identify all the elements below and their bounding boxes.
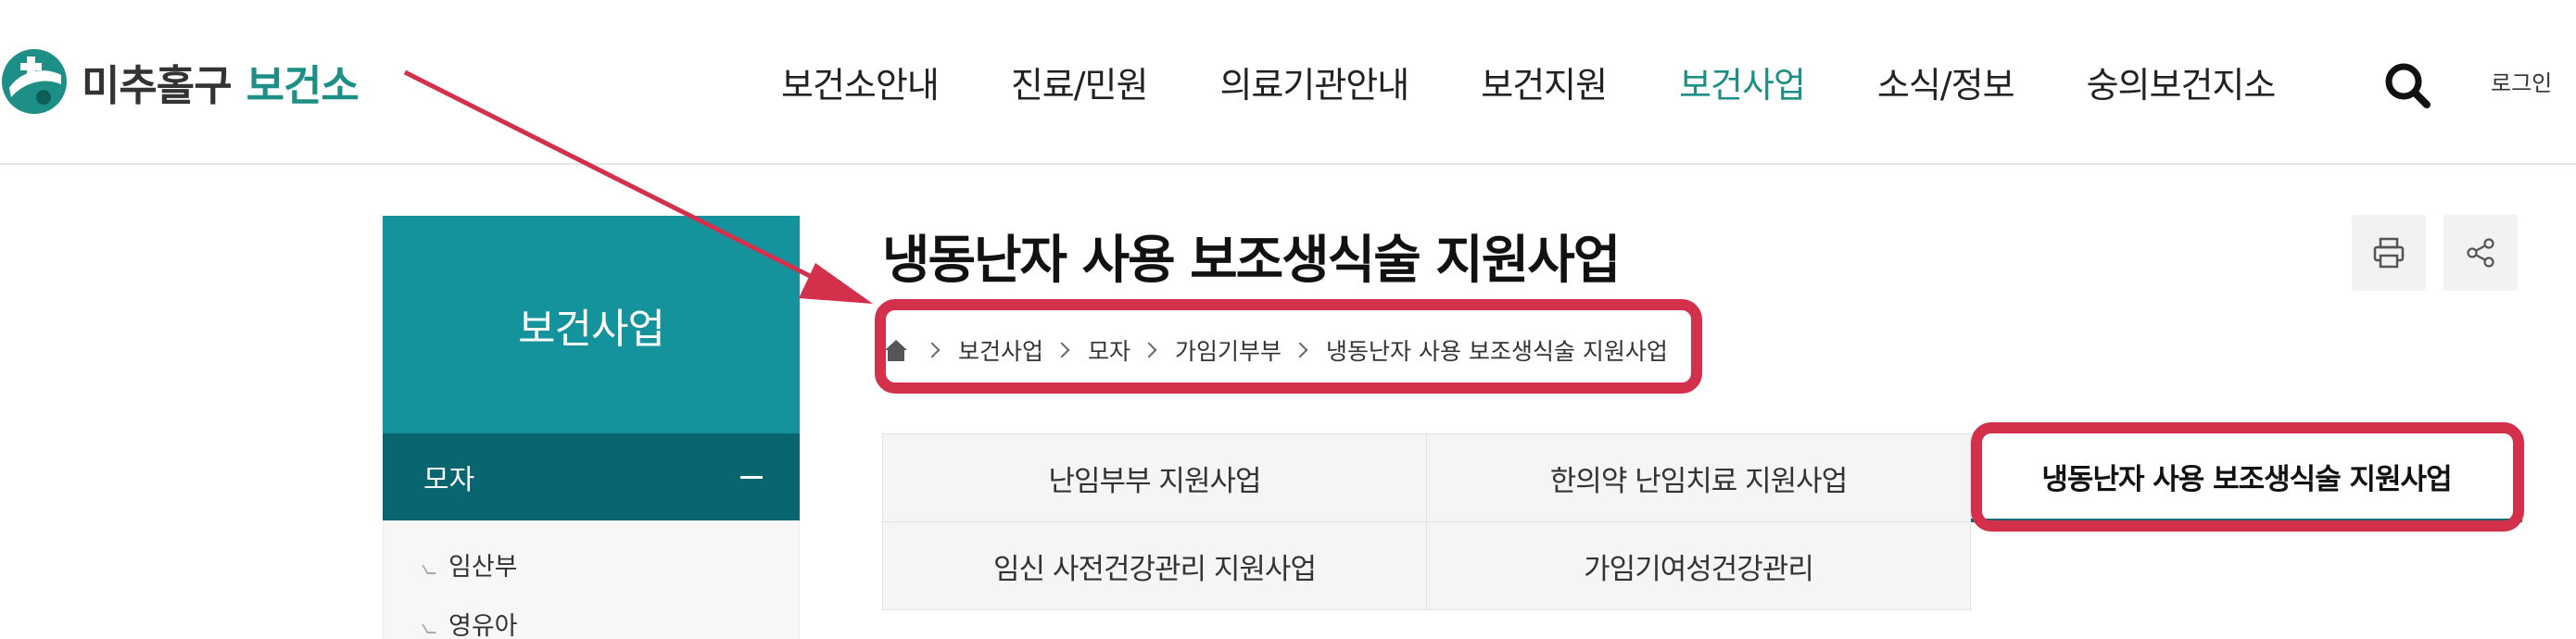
page-title: 냉동난자 사용 보조생식술 지원사업	[882, 231, 1621, 291]
breadcrumb-separator-icon	[1054, 342, 1070, 358]
nav-item-branch[interactable]: 숭의보건지소	[2087, 56, 2277, 107]
tab-infertility-support[interactable]: 난임부부 지원사업	[882, 433, 1427, 522]
breadcrumb-separator-icon	[1141, 342, 1157, 358]
share-button[interactable]	[2443, 215, 2518, 291]
main-navigation: 보건소안내 진료/민원 의료기관안내 보건지원 보건사업 소식/정보 숭의보건지…	[781, 54, 2347, 109]
site-header: 미추홀구 보건소 보건소안내 진료/민원 의료기관안내 보건지원 보건사업 소식…	[0, 0, 2576, 165]
search-icon[interactable]	[2381, 59, 2433, 111]
nav-item-about[interactable]: 보건소안내	[781, 56, 940, 107]
breadcrumb-item-current[interactable]: 냉동난자 사용 보조생식술 지원사업	[1326, 333, 1668, 367]
tab-womens-health[interactable]: 가임기여성건강관리	[1426, 521, 1971, 610]
breadcrumb: 보건사업 모자 가임기부부 냉동난자 사용 보조생식술 지원사업	[882, 331, 1668, 370]
sidebar-submenu: 임산부 영유아	[383, 520, 800, 639]
nav-item-news[interactable]: 소식/정보	[1877, 56, 2015, 107]
collapse-minus-icon	[740, 475, 763, 479]
share-icon	[2467, 238, 2494, 268]
site-logo[interactable]: 미추홀구 보건소	[0, 44, 360, 119]
sidebar-item-infant[interactable]: 영유아	[422, 606, 518, 639]
login-link[interactable]: 로그인	[2491, 65, 2552, 97]
bullet-icon	[422, 564, 436, 574]
tab-oriental-medicine-infertility[interactable]: 한의약 난임치료 지원사업	[1426, 433, 1971, 522]
sidebar-item-label: 임산부	[448, 553, 518, 582]
sidebar-section-label: 모자	[423, 464, 475, 496]
breadcrumb-item-childbearing-couples[interactable]: 가임기부부	[1175, 333, 1282, 367]
sidebar-item-pregnant[interactable]: 임산부	[422, 546, 518, 583]
nav-item-medical-institutions[interactable]: 의료기관안내	[1219, 56, 1409, 107]
logo-mark-icon	[2, 49, 67, 114]
sidebar-header: 보건사업	[383, 216, 800, 433]
home-icon[interactable]	[882, 336, 910, 364]
sidebar-item-label: 영유아	[448, 612, 518, 639]
tab-frozen-egg-art[interactable]: 냉동난자 사용 보조생식술 지원사업	[1971, 433, 2522, 522]
logo-text-district: 미추홀구	[82, 60, 233, 110]
print-button[interactable]	[2352, 215, 2426, 291]
breadcrumb-item-maternal[interactable]: 모자	[1088, 333, 1130, 367]
breadcrumb-item-health-programs[interactable]: 보건사업	[958, 333, 1043, 367]
bullet-icon	[422, 623, 436, 633]
sub-tabs: 난임부부 지원사업 한의약 난임치료 지원사업 냉동난자 사용 보조생식술 지원…	[882, 433, 2522, 611]
print-icon	[2373, 237, 2405, 269]
nav-item-health-programs[interactable]: 보건사업	[1679, 56, 1806, 107]
nav-item-health-support[interactable]: 보건지원	[1481, 56, 1608, 107]
tab-preconception-care[interactable]: 임신 사전건강관리 지원사업	[882, 521, 1427, 610]
breadcrumb-separator-icon	[924, 342, 941, 358]
sidebar-section-maternal[interactable]: 모자	[383, 433, 800, 520]
breadcrumb-separator-icon	[1292, 342, 1308, 358]
sidebar-title: 보건사업	[518, 305, 665, 353]
nav-item-clinic[interactable]: 진료/민원	[1011, 56, 1149, 107]
logo-text-health-center: 보건소	[246, 60, 360, 110]
